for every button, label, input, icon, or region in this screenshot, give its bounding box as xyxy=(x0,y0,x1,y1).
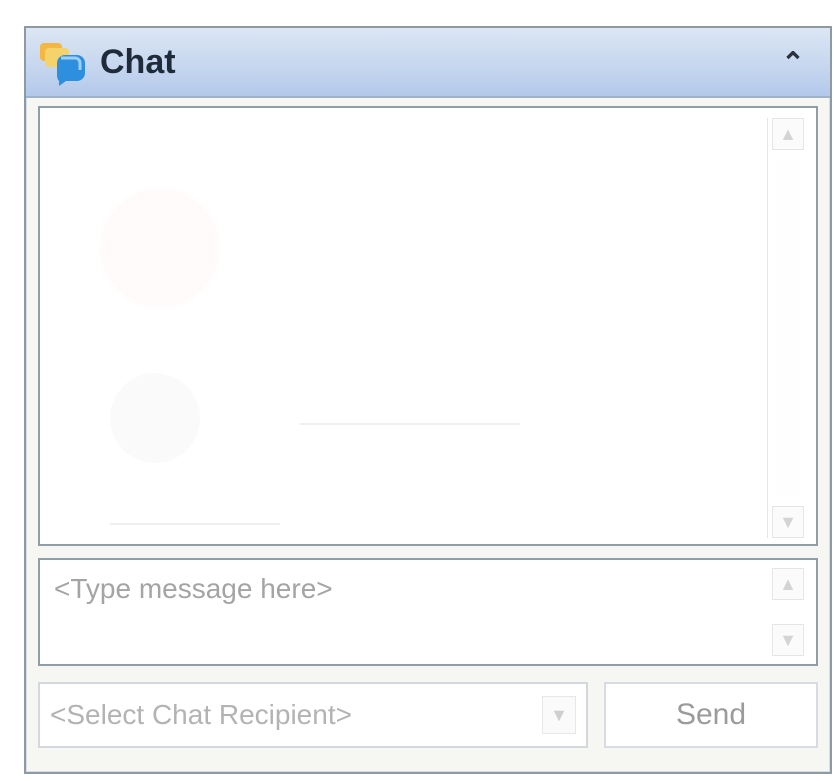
chat-title: Chat xyxy=(100,43,176,81)
compose-scroll-up-icon[interactable]: ▲ xyxy=(772,568,804,600)
decorative-faint-line xyxy=(300,423,520,425)
compose-scroll-down-icon[interactable]: ▼ xyxy=(772,624,804,656)
compose-scrollbar[interactable]: ▲ ▼ xyxy=(768,568,808,656)
chat-recipient-select[interactable]: <Select Chat Recipient> ▼ xyxy=(38,682,588,748)
message-history-scrollbar[interactable]: ▲ ▼ xyxy=(767,118,808,538)
decorative-faint-shape xyxy=(100,188,220,308)
message-input[interactable] xyxy=(52,570,756,658)
chat-titlebar: Chat ⌃ xyxy=(26,28,830,98)
chevron-down-icon[interactable]: ▼ xyxy=(542,696,576,734)
chat-panel: Chat ⌃ ▲ ▼ ▲ ▼ <Select Chat Recipient> ▼… xyxy=(24,26,832,774)
message-compose-box[interactable]: ▲ ▼ xyxy=(38,558,818,666)
message-history-scroll-track[interactable] xyxy=(776,160,800,496)
scroll-down-arrow-icon[interactable]: ▼ xyxy=(772,506,804,538)
decorative-faint-shape xyxy=(110,373,200,463)
message-history-panel[interactable]: ▲ ▼ xyxy=(38,106,818,546)
decorative-faint-line xyxy=(110,523,280,525)
send-button[interactable]: Send xyxy=(604,682,818,748)
chat-recipient-value: <Select Chat Recipient> xyxy=(50,699,352,730)
chat-bubbles-icon xyxy=(38,40,88,86)
collapse-button[interactable]: ⌃ xyxy=(776,46,810,80)
scroll-up-arrow-icon[interactable]: ▲ xyxy=(772,118,804,150)
double-chevron-up-icon: ⌃ xyxy=(781,47,805,78)
